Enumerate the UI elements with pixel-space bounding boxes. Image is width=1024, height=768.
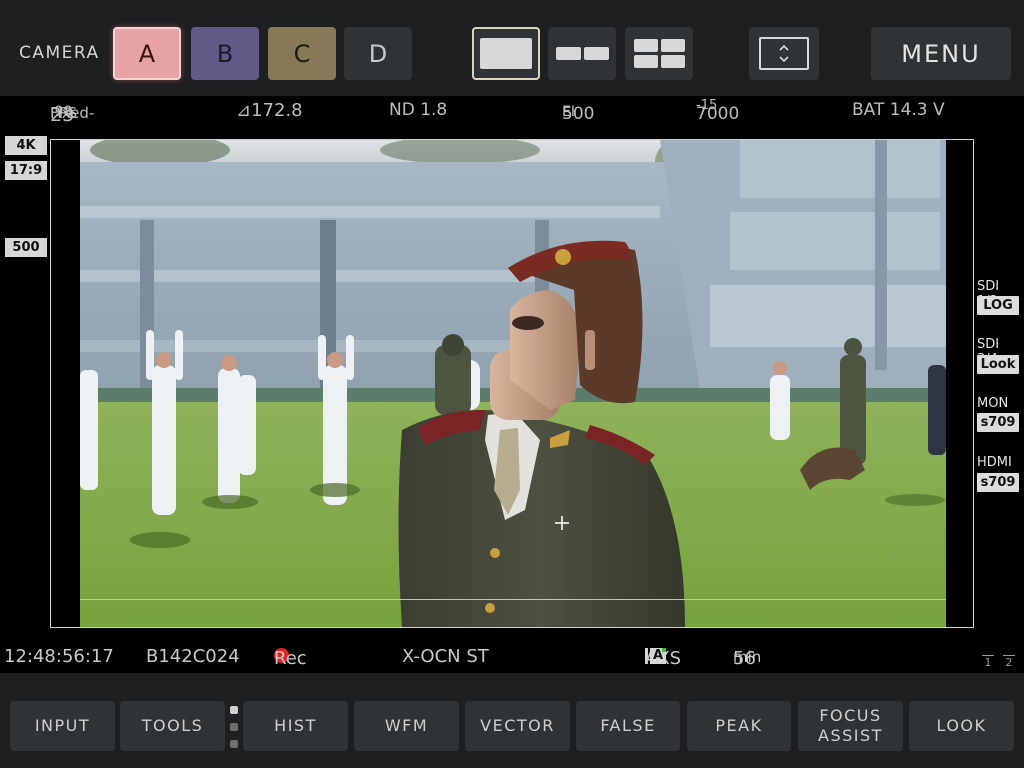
- frame-guide-line: [80, 599, 946, 600]
- tools-bar: INPUT TOOLS HIST WFM VECTOR FALSE PEAK F…: [0, 673, 1024, 768]
- resolution-tag: 4K: [5, 136, 47, 155]
- dual-view-button[interactable]: [548, 27, 616, 80]
- slot-indicator-1: 1: [982, 655, 994, 669]
- slot-indicator-2: 2: [1003, 655, 1015, 669]
- page-dot: [230, 740, 238, 748]
- output-value-mon[interactable]: s709: [977, 413, 1019, 432]
- peak-button[interactable]: PEAK: [687, 701, 791, 751]
- camera-c-button[interactable]: C: [268, 27, 336, 80]
- viewfinder[interactable]: [50, 139, 974, 628]
- page-dot: [230, 723, 238, 731]
- output-label-hdmi: HDMI: [977, 455, 1012, 470]
- output-value-sdi12[interactable]: LOG: [977, 296, 1019, 315]
- timecode: 12:48:56:17: [4, 646, 114, 667]
- page-dot: [230, 706, 238, 714]
- single-view-button[interactable]: [472, 27, 540, 80]
- clip-name: B142C024: [146, 646, 240, 667]
- false-color-button[interactable]: FALSE: [576, 701, 680, 751]
- center-crosshair: [555, 516, 569, 530]
- single-view-icon: [480, 38, 532, 69]
- menu-button[interactable]: MENU: [871, 27, 1011, 80]
- expand-icon: [759, 37, 809, 70]
- camera-control-app: CAMERA A B C D MENU Fixed- 23 .98 FPS ⊿1…: [0, 0, 1024, 768]
- recording-info-row: 12:48:56:17 B142C024 Rec X-OCN ST AXSA 5…: [4, 646, 762, 669]
- expand-view-button[interactable]: [749, 27, 819, 80]
- look-button[interactable]: LOOK: [909, 701, 1014, 751]
- page-indicator: [230, 706, 238, 757]
- camera-d-button[interactable]: D: [344, 27, 412, 80]
- vector-button[interactable]: VECTOR: [465, 701, 570, 751]
- camera-a-button[interactable]: A: [113, 27, 181, 80]
- media-slot-badge: A: [650, 648, 666, 664]
- output-value-hdmi[interactable]: s709: [977, 473, 1019, 492]
- hist-button[interactable]: HIST: [243, 701, 348, 751]
- quad-view-button[interactable]: [625, 27, 693, 80]
- codec-label: X-OCN ST: [402, 646, 489, 667]
- camera-b-button[interactable]: B: [191, 27, 259, 80]
- white-balance-readout[interactable]: 7000 -15: [696, 98, 739, 124]
- live-camera-image: [80, 140, 946, 627]
- wfm-button[interactable]: WFM: [354, 701, 459, 751]
- top-bar: CAMERA A B C D MENU: [0, 0, 1024, 96]
- ei-tag: 500: [5, 238, 47, 257]
- status-row: Fixed- 23.98 FPS ⊿172.8 ND 1.8 500 EI 700…: [50, 98, 945, 126]
- focus-assist-button[interactable]: FOCUS ASSIST: [798, 701, 903, 751]
- shutter-angle-readout[interactable]: ⊿172.8: [236, 100, 303, 121]
- remaining-time: 56 min: [733, 648, 762, 669]
- input-button[interactable]: INPUT: [10, 701, 115, 751]
- camera-label: CAMERA: [19, 43, 100, 63]
- battery-readout: BAT 14.3 V: [852, 100, 945, 120]
- nd-filter-readout[interactable]: ND 1.8: [389, 100, 447, 120]
- tools-button[interactable]: TOOLS: [120, 701, 225, 751]
- output-value-sdi34[interactable]: Look: [977, 355, 1019, 374]
- aspect-ratio-tag: 17:9: [5, 161, 47, 180]
- output-label-mon: MON: [977, 396, 1009, 411]
